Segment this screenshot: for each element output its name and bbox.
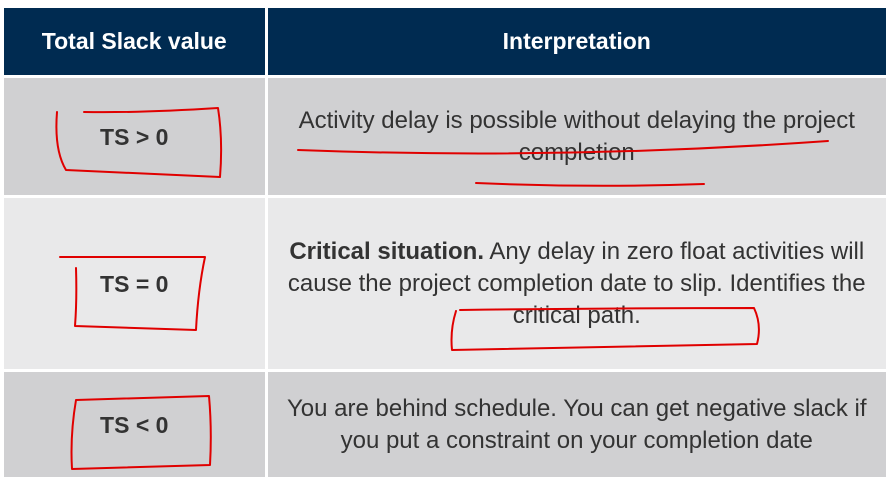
header-interpretation: Interpretation [266, 8, 886, 77]
header-total-slack-value: Total Slack value [4, 8, 268, 77]
interpretation-cell: You are behind schedule. You can get neg… [266, 369, 886, 477]
table-row: TS < 0 You are behind schedule. You can … [4, 369, 886, 477]
slide: Total Slack value Interpretation TS > 0 … [0, 0, 894, 490]
table-row: TS = 0 Critical situation. Any delay in … [4, 195, 886, 371]
interpretation-text: You are behind schedule. You can get neg… [286, 394, 867, 454]
table-header-row: Total Slack value Interpretation [4, 8, 886, 77]
interpretation-lead: Critical situation. [289, 237, 485, 265]
total-slack-table: Total Slack value Interpretation TS > 0 … [4, 8, 886, 477]
slack-value-cell: TS > 0 [4, 75, 268, 197]
table-row: TS > 0 Activity delay is possible withou… [4, 75, 886, 197]
interpretation-cell: Critical situation. Any delay in zero fl… [266, 195, 886, 371]
interpretation-cell: Activity delay is possible without delay… [266, 75, 886, 197]
slack-value-cell: TS = 0 [4, 195, 268, 371]
slack-value-cell: TS < 0 [4, 369, 268, 477]
interpretation-text: Activity delay is possible without delay… [298, 106, 855, 166]
